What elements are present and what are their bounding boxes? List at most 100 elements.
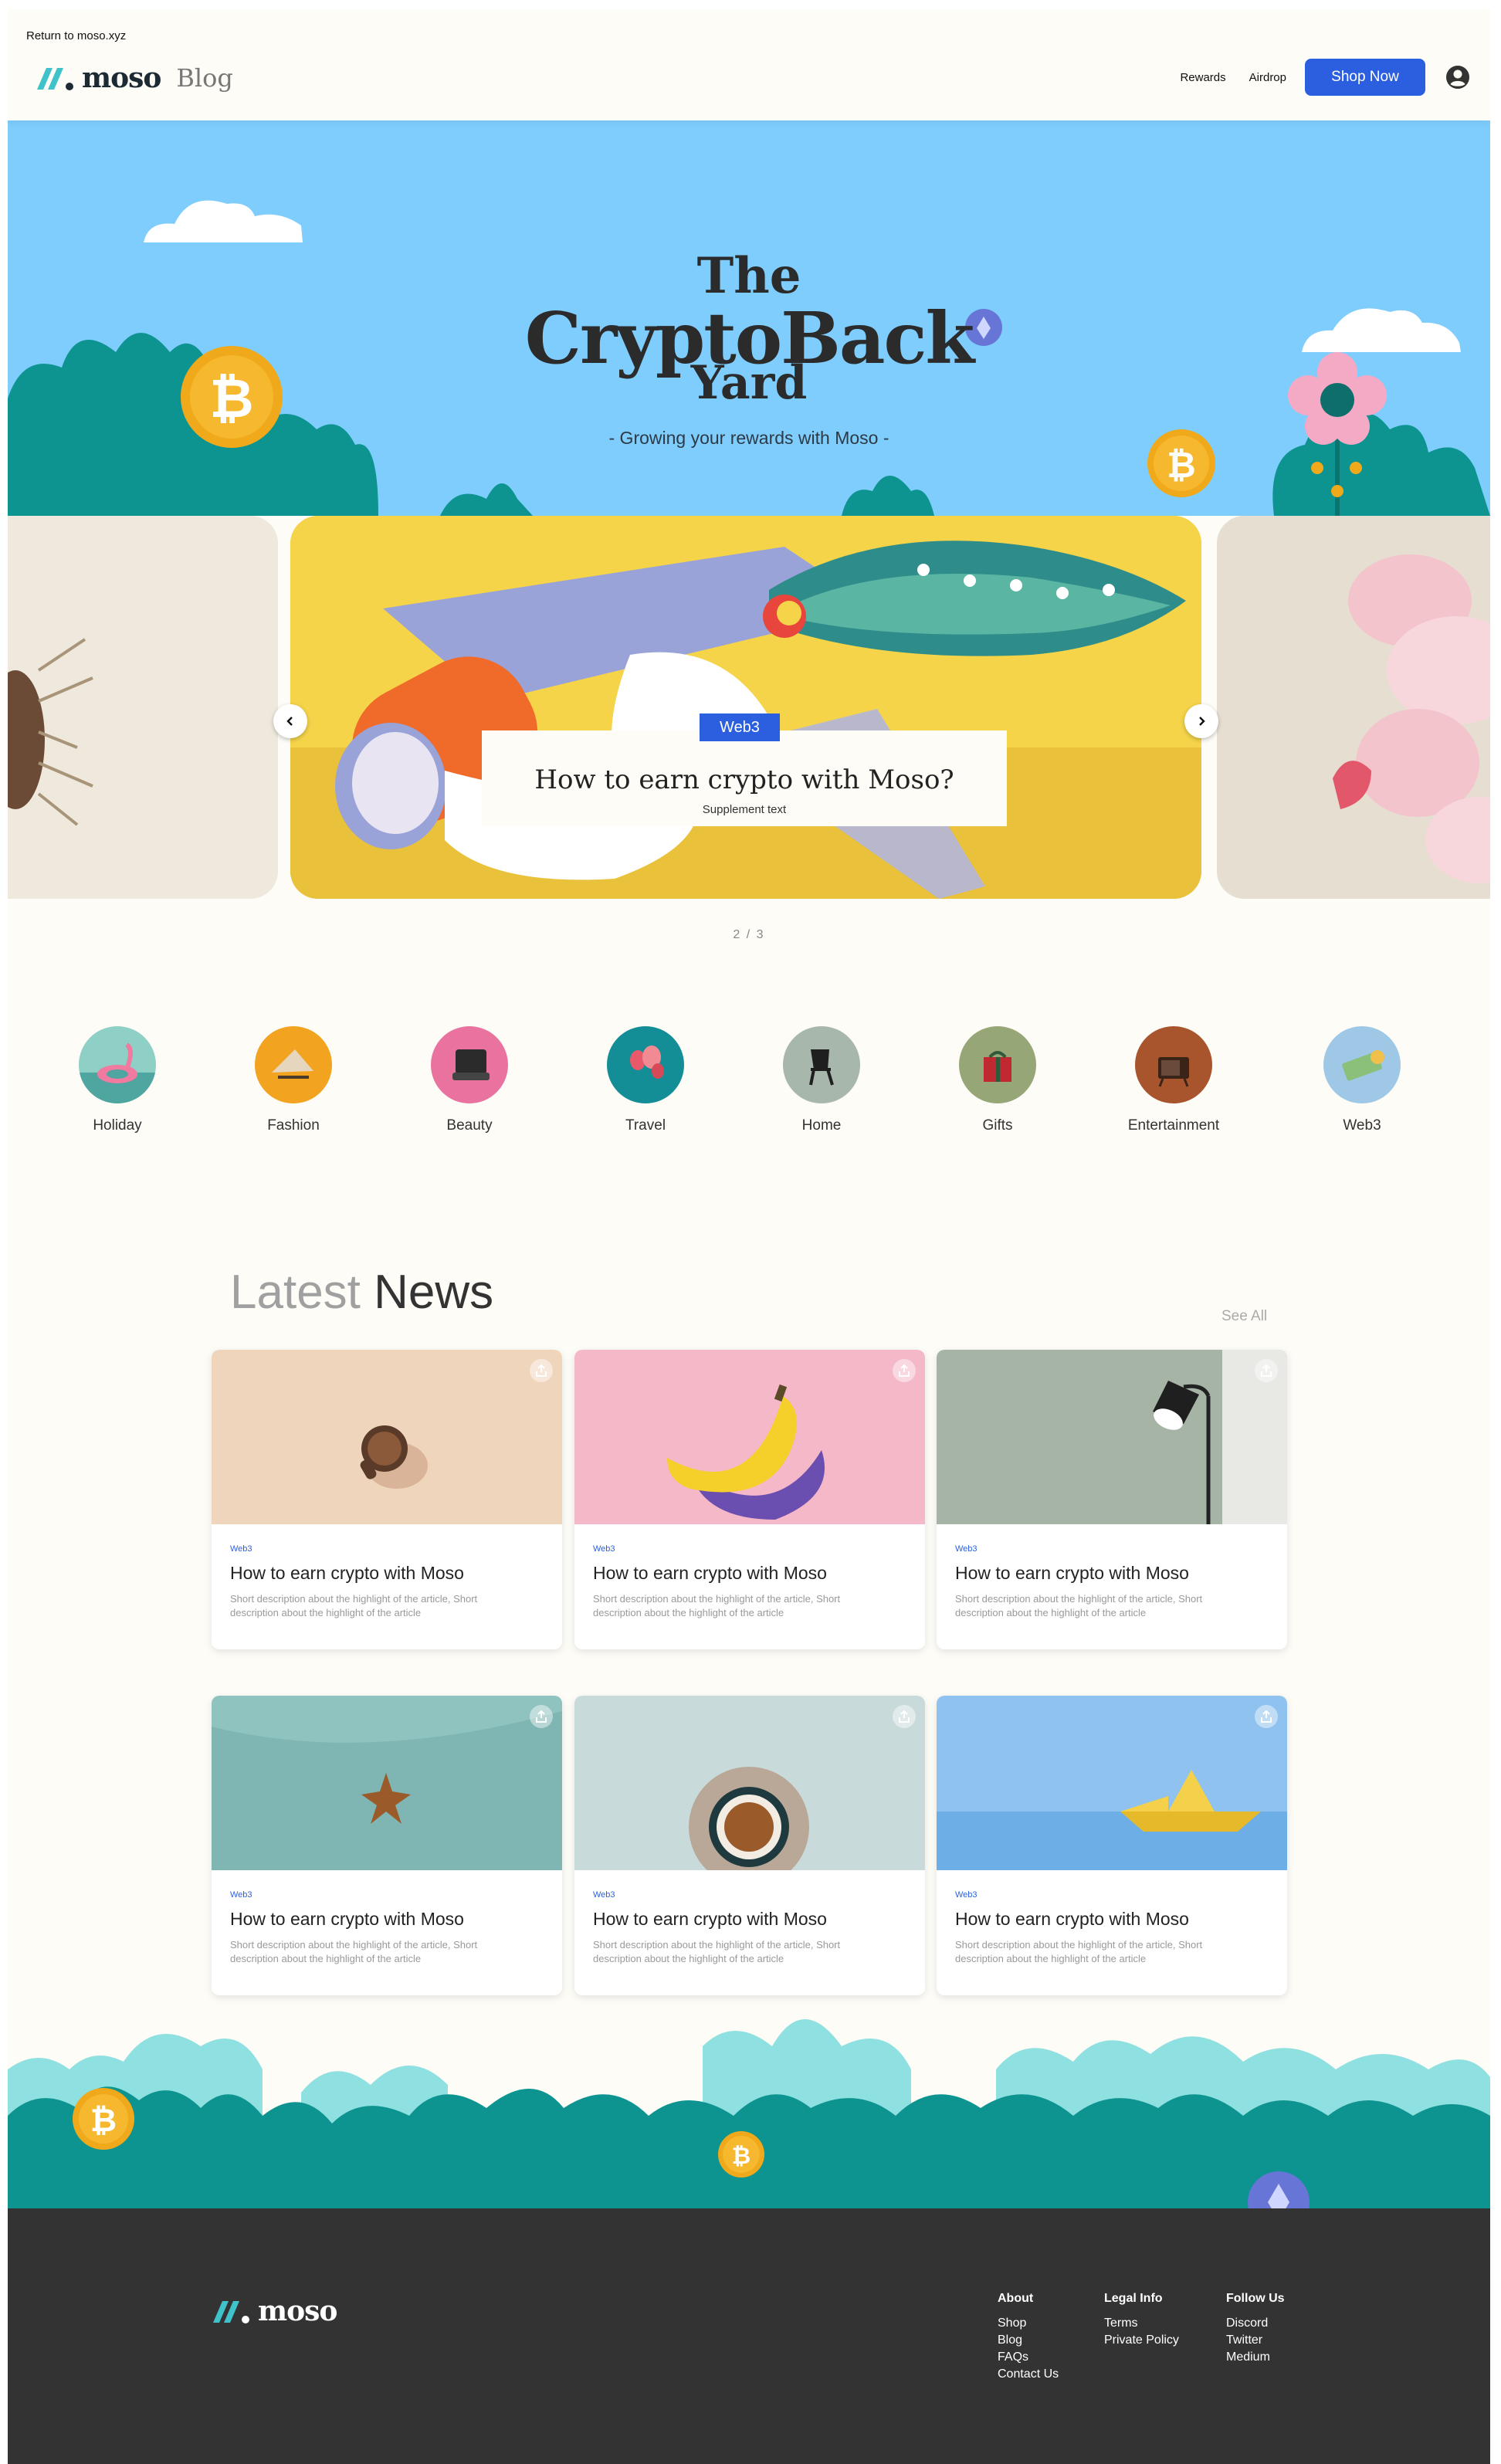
article-card[interactable]: Web3 How to earn crypto with Moso Short … [574, 1696, 925, 1995]
article-title[interactable]: How to earn crypto with Moso [955, 1909, 1189, 1930]
footer-column-about: About Shop Blog FAQs Contact Us [998, 2292, 1059, 2383]
category-label: Web3 [1343, 1117, 1381, 1134]
category-label: Home [801, 1117, 842, 1134]
home-thumbnail [783, 1026, 860, 1103]
category-holiday[interactable]: Holiday [48, 1026, 187, 1134]
footer-link-faqs[interactable]: FAQs [998, 2349, 1059, 2366]
article-card[interactable]: Web3 How to earn crypto with Moso Short … [937, 1350, 1287, 1649]
hero-banner: ₿ ₿ The CryptoBack Yard - Growing your r… [8, 120, 1490, 516]
abstract-artwork-image [290, 516, 1201, 899]
see-all-link[interactable]: See All [1221, 1308, 1267, 1325]
bitcoin-coin-icon: ₿ [73, 2088, 134, 2150]
category-fashion[interactable]: Fashion [224, 1026, 363, 1134]
footer-column-title: Follow Us [1226, 2292, 1285, 2305]
bird-artwork-image [8, 516, 278, 899]
article-card[interactable]: Web3 How to earn crypto with Moso Short … [937, 1696, 1287, 1995]
carousel-next-button[interactable] [1184, 704, 1218, 738]
holiday-thumbnail [79, 1026, 156, 1103]
carousel-slide-current[interactable] [290, 516, 1201, 899]
category-travel[interactable]: Travel [576, 1026, 715, 1134]
footer-link-shop[interactable]: Shop [998, 2315, 1059, 2332]
flower-artwork-image [1217, 516, 1490, 899]
article-card[interactable]: Web3 How to earn crypto with Moso Short … [574, 1350, 925, 1649]
article-description: Short description about the highlight of… [230, 1593, 478, 1618]
coffee-cup-image [574, 1696, 925, 1870]
article-title[interactable]: How to earn crypto with Moso [593, 1909, 827, 1930]
slide-category-tag[interactable]: Web3 [700, 713, 780, 741]
main-nav: Rewards Airdrop Shop Now [1180, 59, 1470, 96]
share-button[interactable] [893, 1359, 916, 1382]
carousel-prev-button[interactable] [273, 704, 307, 738]
category-home[interactable]: Home [752, 1026, 891, 1134]
article-title[interactable]: How to earn crypto with Moso [955, 1563, 1189, 1584]
footer-link-privacy[interactable]: Private Policy [1104, 2332, 1179, 2349]
hero-title-line3: Yard [690, 356, 808, 410]
share-button[interactable] [530, 1359, 553, 1382]
article-tag[interactable]: Web3 [230, 1544, 252, 1554]
bitcoin-coin-icon: ₿ [718, 2131, 764, 2178]
article-title[interactable]: How to earn crypto with Moso [230, 1563, 464, 1584]
article-tag[interactable]: Web3 [955, 1890, 978, 1900]
article-tag[interactable]: Web3 [593, 1544, 615, 1554]
article-card[interactable]: Web3 How to earn crypto with Moso Short … [212, 1696, 562, 1995]
carousel-pager: 2 / 3 [733, 928, 765, 941]
gifts-thumbnail [959, 1026, 1036, 1103]
web3-thumbnail [1323, 1026, 1401, 1103]
share-button[interactable] [1255, 1359, 1278, 1382]
logo-text: moso [82, 62, 161, 94]
category-label: Holiday [93, 1117, 142, 1134]
article-title[interactable]: How to earn crypto with Moso [230, 1909, 464, 1930]
article-tag[interactable]: Web3 [230, 1890, 252, 1900]
article-tag[interactable]: Web3 [593, 1890, 615, 1900]
nav-rewards[interactable]: Rewards [1180, 71, 1225, 84]
page: Return to moso.xyz moso Blog Rewards Air… [8, 9, 1490, 2464]
carousel-slide-next[interactable] [1217, 516, 1490, 899]
article-card[interactable]: Web3 How to earn crypto with Moso Short … [212, 1350, 562, 1649]
nav-airdrop[interactable]: Airdrop [1249, 71, 1286, 84]
moso-logo-icon [37, 68, 73, 90]
logo[interactable]: moso Blog [36, 62, 233, 94]
footer-link-twitter[interactable]: Twitter [1226, 2332, 1285, 2349]
category-beauty[interactable]: Beauty [400, 1026, 539, 1134]
category-label: Gifts [982, 1117, 1013, 1134]
article-description: Short description about the highlight of… [955, 1939, 1203, 1964]
share-icon [1261, 1710, 1272, 1723]
footer-column-legal: Legal Info Terms Private Policy [1104, 2292, 1179, 2349]
beauty-thumbnail [431, 1026, 508, 1103]
article-tag[interactable]: Web3 [955, 1544, 978, 1554]
carousel-slide-prev[interactable] [8, 516, 278, 899]
article-description: Short description about the highlight of… [955, 1593, 1203, 1618]
svg-text:₿: ₿ [1167, 444, 1196, 486]
category-label: Beauty [446, 1117, 493, 1134]
footer-logo-text: moso [258, 2295, 337, 2327]
slide-caption-card[interactable]: How to earn crypto with Moso? Supplement… [482, 730, 1007, 826]
share-button[interactable] [530, 1705, 553, 1728]
article-description: Short description about the highlight of… [593, 1939, 841, 1964]
chevron-left-icon [286, 717, 293, 726]
category-entertainment[interactable]: Entertainment [1104, 1026, 1243, 1134]
shop-now-button[interactable]: Shop Now [1305, 59, 1425, 96]
category-label: Fashion [267, 1117, 320, 1134]
share-button[interactable] [893, 1705, 916, 1728]
starfish-image [212, 1696, 562, 1870]
blog-label: Blog [176, 63, 233, 93]
paper-boat-image [937, 1696, 1287, 1870]
category-gifts[interactable]: Gifts [928, 1026, 1067, 1134]
moso-logo-icon [213, 2301, 249, 2323]
footer-link-discord[interactable]: Discord [1226, 2315, 1285, 2332]
article-title[interactable]: How to earn crypto with Moso [593, 1563, 827, 1584]
footer-link-terms[interactable]: Terms [1104, 2315, 1179, 2332]
category-web3[interactable]: Web3 [1293, 1026, 1432, 1134]
share-button[interactable] [1255, 1705, 1278, 1728]
footer-link-contact[interactable]: Contact Us [998, 2366, 1059, 2383]
svg-text:₿: ₿ [90, 2101, 117, 2139]
featured-carousel: How to earn crypto with Moso? Supplement… [8, 516, 1490, 941]
share-icon [536, 1364, 547, 1377]
footer-link-blog[interactable]: Blog [998, 2332, 1059, 2349]
fashion-thumbnail [255, 1026, 332, 1103]
account-icon[interactable] [1445, 65, 1470, 90]
article-description: Short description about the highlight of… [593, 1593, 841, 1618]
footer-link-medium[interactable]: Medium [1226, 2349, 1285, 2366]
return-link[interactable]: Return to moso.xyz [26, 29, 126, 42]
footer-logo[interactable]: moso [212, 2295, 337, 2327]
